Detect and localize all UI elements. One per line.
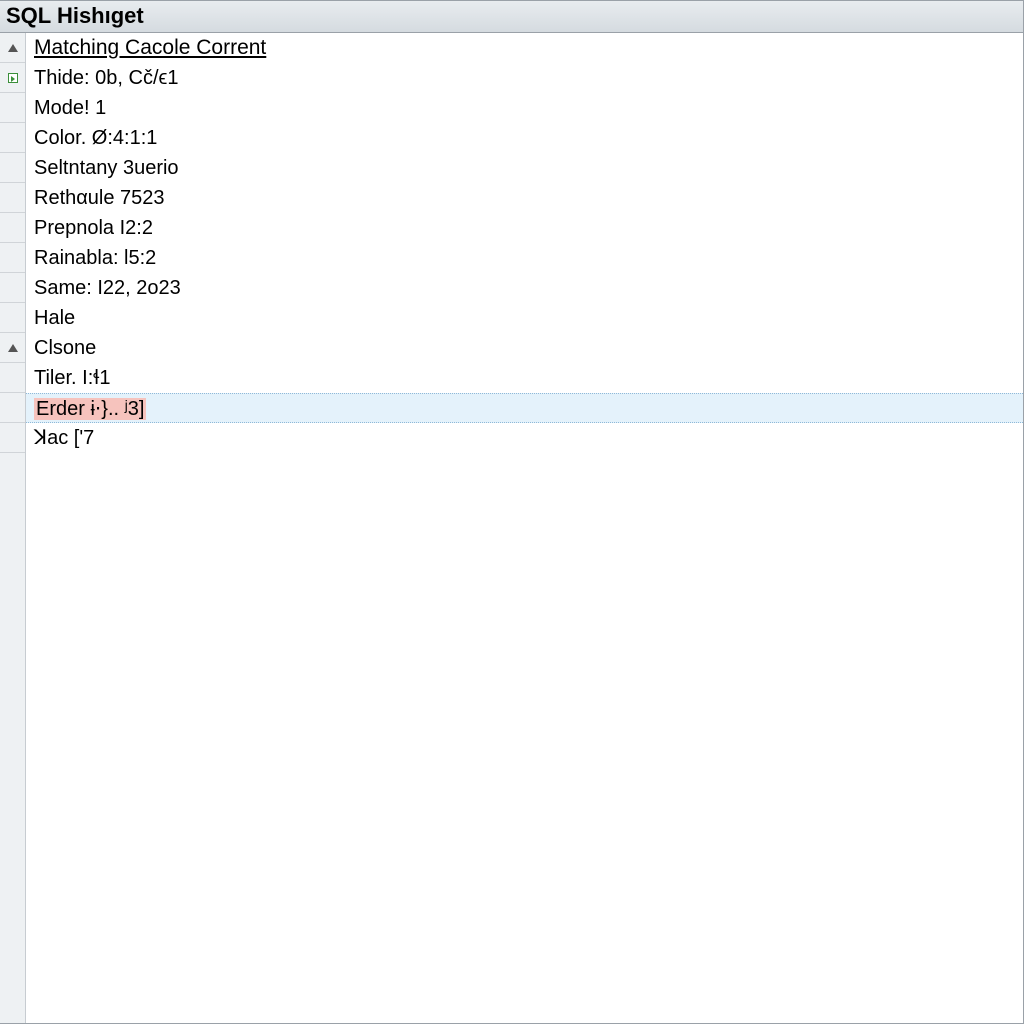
gutter-cell: [0, 153, 25, 183]
history-list[interactable]: Matching Cacole CorrentThide: 0b, Cč/ϵ1M…: [26, 33, 1023, 1023]
history-row[interactable]: Thide: 0b, Cč/ϵ1: [26, 63, 1023, 93]
gutter-cell: [0, 243, 25, 273]
history-row[interactable]: Color. Ø:4:1:1: [26, 123, 1023, 153]
error-highlight: Erder ɨ⋅}.. ʲ3]: [34, 398, 146, 420]
history-row[interactable]: Tiler. I:ɬ1: [26, 363, 1023, 393]
panel-body: Matching Cacole CorrentThide: 0b, Cč/ϵ1M…: [0, 33, 1023, 1023]
history-row[interactable]: Prepnola I2:2: [26, 213, 1023, 243]
history-row[interactable]: Erder ɨ⋅}.. ʲ3]: [26, 393, 1023, 423]
history-row[interactable]: Hale: [26, 303, 1023, 333]
gutter-cell: [0, 123, 25, 153]
row-gutter: [0, 33, 26, 1023]
history-row[interactable]: Rethαule 7523: [26, 183, 1023, 213]
history-row[interactable]: Rainabla: l5:2: [26, 243, 1023, 273]
gutter-cell: [0, 273, 25, 303]
sql-history-panel: SQL Hishıget Matching Cacole CorrentThid…: [0, 0, 1024, 1024]
history-row[interactable]: Seltntany 3uerio: [26, 153, 1023, 183]
history-row[interactable]: ꓘac ['7: [26, 423, 1023, 453]
history-row[interactable]: Mode! 1: [26, 93, 1023, 123]
gutter-cell: [0, 303, 25, 333]
column-header[interactable]: Matching Cacole Corrent: [26, 33, 1023, 63]
gutter-cell: [0, 213, 25, 243]
sort-asc-icon[interactable]: [0, 333, 25, 363]
sort-asc-icon[interactable]: [0, 33, 25, 63]
history-row[interactable]: Same: I22, 2o23: [26, 273, 1023, 303]
gutter-cell: [0, 183, 25, 213]
gutter-cell: [0, 93, 25, 123]
gutter-cell: [0, 363, 25, 393]
execute-icon[interactable]: [0, 63, 25, 93]
gutter-cell: [0, 393, 25, 423]
history-row[interactable]: Clsone: [26, 333, 1023, 363]
panel-title: SQL Hishıget: [0, 1, 1023, 33]
gutter-cell: [0, 423, 25, 453]
